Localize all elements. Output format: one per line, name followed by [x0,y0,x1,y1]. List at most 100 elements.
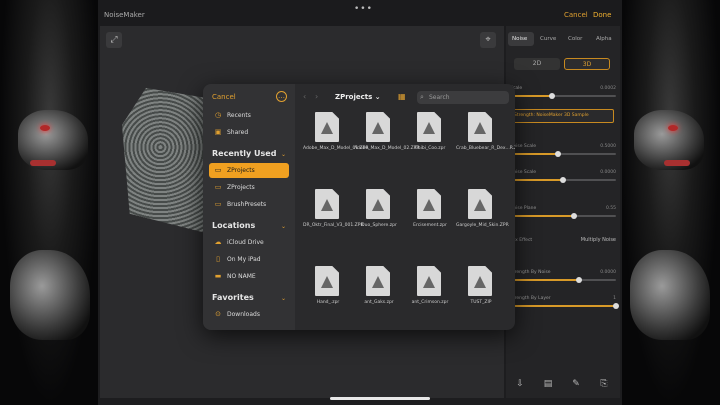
more-options-icon[interactable]: … [276,91,287,102]
param-slider[interactable] [510,277,616,283]
sidebar-item-label: ZProjects [227,167,255,174]
document-icon [417,266,441,296]
folder-title-text: ZProjects [335,93,373,101]
zbrush-glyph-icon [321,276,333,288]
param-row[interactable]: Noise Scale 0.0000 [510,170,616,184]
sidebar-item-label: iCloud Drive [227,239,264,246]
tab-alpha[interactable]: Alpha [592,32,618,46]
target-icon[interactable]: ⌖ [480,32,496,48]
file-item[interactable]: Gargoyle_Mid_Skin.ZPR [456,189,509,265]
zbrush-glyph-icon [321,122,333,134]
app-title: NoiseMaker [104,11,145,19]
file-item[interactable]: Crab_Bluebear_R_Dex...R.ZPR [456,112,515,188]
strength-texture-field[interactable]: Strength: NoiseMaker 3D Sample [510,109,614,123]
document-icon [468,112,492,142]
chevron-down-icon: ⌄ [374,93,381,101]
sidebar-item-recents[interactable]: ◷ Recents [209,108,289,123]
file-item[interactable]: Hand_.zpr [303,266,353,330]
document-icon [315,189,339,219]
file-item[interactable]: ant_Gaks.zpr [354,266,404,330]
param-value: 0.0002 [600,86,616,91]
brush-icon[interactable]: ✎ [570,378,582,390]
param-slider[interactable] [510,177,616,183]
sidebar-item-zprojects-active[interactable]: ▭ ZProjects [209,163,289,178]
section-favorites: Favorites [212,293,254,302]
zbrush-glyph-icon [474,122,486,134]
mode-2d-button[interactable]: 2D [514,58,560,70]
tab-noise[interactable]: Noise [508,32,534,46]
param-value: 0.5000 [600,144,616,149]
panel-toolbar: ⇩ ▤ ✎ ⎘ [506,378,620,394]
document-icon [468,266,492,296]
file-name: Crab_Bluebear_R_Dex...R.ZPR [456,146,515,151]
param-row[interactable]: Strength By Noise 0.0000 [510,270,616,284]
search-input[interactable]: ⌕ Search [417,91,509,104]
param-value: 1 [613,296,616,301]
chevron-down-icon[interactable]: ⌄ [281,223,286,230]
mix-effect-row[interactable]: Mix Effect Multiply Noise [510,237,616,250]
folder-icon: ▭ [214,183,222,191]
file-item[interactable]: Duo_Sphere.zpr [354,189,404,265]
top-done-button[interactable]: Done [593,11,611,19]
sidebar-item-brushpresets[interactable]: ▭ BrushPresets [209,197,289,212]
tab-color[interactable]: Color [564,32,590,46]
forward-icon[interactable]: › [315,92,318,101]
expand-icon[interactable]: ⤢ [106,32,122,48]
sidebar-item-label: ZProjects [227,184,255,191]
multitask-dots[interactable]: ••• [354,4,373,14]
tab-curve[interactable]: Curve [536,32,562,46]
sidebar-item-zprojects[interactable]: ▭ ZProjects [209,180,289,195]
home-indicator[interactable] [330,397,430,400]
sidebar-item-label: BrushPresets [227,201,267,208]
document-icon [315,112,339,142]
param-row[interactable]: Strength By Layer 1 [510,296,619,310]
param-slider[interactable] [510,213,616,219]
file-item[interactable]: Adobe_Max_D_Model_02.ZPR [354,112,420,188]
export-icon[interactable]: ⎘ [598,378,610,390]
section-locations: Locations [212,221,256,230]
sidebar-item-icloud[interactable]: ☁ iCloud Drive [209,235,289,250]
file-name: Duo_Sphere.zpr [361,223,397,228]
file-name: Ercisement.zpr [413,223,447,228]
top-cancel-button[interactable]: Cancel [564,11,588,19]
param-slider[interactable] [510,151,616,157]
param-row[interactable]: Noise Scale 0.5000 [510,144,616,158]
file-item[interactable]: TUST_ZIP [456,266,506,330]
sidebar-item-no-name[interactable]: ▬ NO NAME [209,269,289,284]
chevron-down-icon[interactable]: ⌄ [281,295,286,302]
param-slider[interactable] [510,93,616,99]
folder-icon: ▭ [214,200,222,208]
param-value: 0.55 [605,206,616,211]
folder-title[interactable]: ZProjects ⌄ [335,93,381,101]
file-item[interactable]: Chibi_Coo.zpr [405,112,455,188]
mix-effect-dropdown[interactable]: Multiply Noise [581,237,616,243]
sidebar-item-on-my-ipad[interactable]: ▯ On My iPad [209,252,289,267]
file-item[interactable]: ant_Crimson.zpr [405,266,455,330]
sidebar-item-shared[interactable]: ▣ Shared [209,125,289,140]
save-icon[interactable]: ▤ [542,378,554,390]
picker-sidebar: Cancel … ◷ Recents ▣ Shared Recently Use… [203,84,295,330]
param-row[interactable]: Noise Plane 0.55 [510,206,616,220]
load-icon[interactable]: ⇩ [514,378,526,390]
picker-main: ‹ › ZProjects ⌄ ▦ ⌕ Search Adobe_Max_D_M… [295,84,515,330]
chevron-down-icon[interactable]: ⌄ [281,151,286,158]
document-icon [366,189,390,219]
param-slider[interactable] [510,303,619,309]
dragon-tongue-left [30,160,56,166]
back-icon[interactable]: ‹ [303,92,306,101]
file-name: DR_Oktr_Final_V3_001.ZPR [303,223,364,228]
folder-icon: ▭ [214,166,222,174]
sidebar-item-downloads[interactable]: ⊙ Downloads [209,307,289,322]
file-name: ant_Crimson.zpr [411,300,449,305]
file-item[interactable]: Ercisement.zpr [405,189,455,265]
file-item[interactable]: Adobe_Max_D_Model_01.ZPR [303,112,369,188]
file-item[interactable]: DR_Oktr_Final_V3_001.ZPR [303,189,364,265]
mode-3d-button[interactable]: 3D [564,58,610,70]
zbrush-glyph-icon [474,276,486,288]
sidebar-item-label: Recents [227,112,251,119]
grid-view-icon[interactable]: ▦ [398,92,408,102]
file-name: Adobe_Max_D_Model_01.ZPR [303,146,369,151]
picker-cancel-button[interactable]: Cancel [212,93,236,101]
dragon-eye-right [668,125,678,131]
param-row[interactable]: Scale 0.0002 [510,86,616,100]
